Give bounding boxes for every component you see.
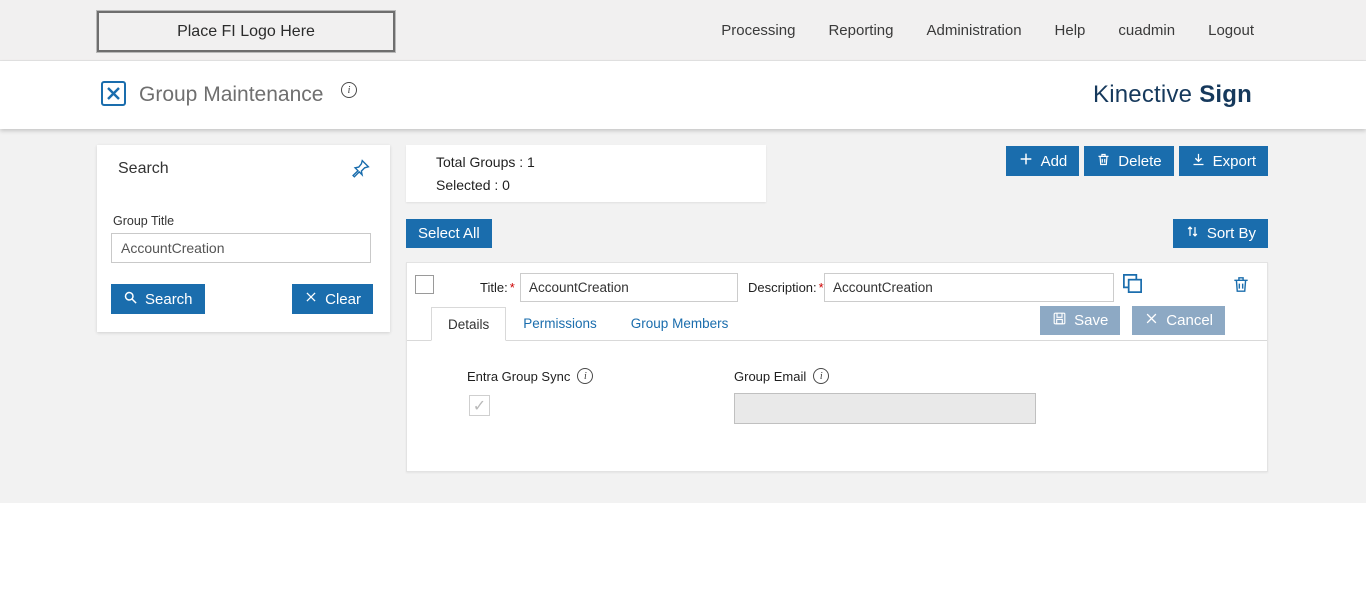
cancel-button-label: Cancel bbox=[1166, 312, 1213, 329]
entra-group-sync-checkbox[interactable]: ✓ bbox=[469, 395, 490, 416]
add-button[interactable]: Add bbox=[1005, 146, 1080, 176]
select-all-button-label: Select All bbox=[418, 225, 480, 242]
page-header: Group Maintenance i Kinective Sign bbox=[0, 61, 1366, 129]
row-action-buttons: Save Cancel bbox=[1040, 306, 1225, 335]
export-button[interactable]: Export bbox=[1178, 146, 1268, 176]
select-all-button[interactable]: Select All bbox=[406, 219, 492, 248]
delete-button-label: Delete bbox=[1118, 152, 1162, 170]
brand-name-bold: Sign bbox=[1199, 81, 1252, 108]
nav-item-administration[interactable]: Administration bbox=[927, 22, 1022, 39]
page-title: Group Maintenance bbox=[139, 83, 324, 106]
search-button-label: Search bbox=[145, 290, 193, 308]
entra-group-sync-info-icon[interactable]: i bbox=[577, 368, 594, 384]
toolbar-actions: Add Delete Export bbox=[1005, 146, 1268, 176]
top-nav: Processing Reporting Administration Help… bbox=[721, 0, 1254, 61]
cancel-button[interactable]: Cancel bbox=[1132, 306, 1225, 335]
cancel-x-icon bbox=[1144, 311, 1159, 330]
group-maintenance-icon bbox=[100, 80, 127, 107]
clear-button[interactable]: Clear bbox=[292, 284, 373, 314]
search-panel-title: Search bbox=[118, 160, 169, 177]
description-input[interactable] bbox=[824, 273, 1114, 302]
save-button[interactable]: Save bbox=[1040, 306, 1121, 335]
group-row: Title:* Description:* De bbox=[406, 262, 1268, 472]
description-required-marker: * bbox=[818, 280, 824, 295]
sort-by-button-label: Sort By bbox=[1206, 225, 1256, 242]
group-email-label-text: Group Email bbox=[734, 368, 807, 384]
tab-details-label: Details bbox=[448, 316, 490, 332]
group-email-input[interactable] bbox=[734, 393, 1036, 424]
clear-x-icon bbox=[304, 290, 318, 308]
top-bar: Place FI Logo Here Processing Reporting … bbox=[0, 0, 1366, 61]
nav-item-help[interactable]: Help bbox=[1055, 22, 1086, 39]
page: Place FI Logo Here Processing Reporting … bbox=[0, 0, 1366, 589]
export-button-label: Export bbox=[1212, 152, 1256, 170]
tab-group-members-label: Group Members bbox=[630, 316, 729, 331]
download-icon bbox=[1191, 152, 1206, 171]
tab-permissions[interactable]: Permissions bbox=[506, 307, 614, 340]
title-input[interactable] bbox=[520, 273, 738, 302]
fi-logo-placeholder[interactable]: Place FI Logo Here bbox=[97, 11, 395, 52]
nav-item-processing[interactable]: Processing bbox=[721, 22, 795, 39]
entra-group-sync-label: Entra Group Sync i bbox=[467, 368, 594, 384]
plus-icon bbox=[1018, 151, 1034, 171]
selected-count: Selected : 0 bbox=[436, 177, 510, 193]
tab-details[interactable]: Details bbox=[431, 307, 507, 341]
main-content: Search Group Title Search bbox=[0, 129, 1366, 503]
tab-group-members[interactable]: Group Members bbox=[614, 307, 746, 340]
total-groups-count: Total Groups : 1 bbox=[436, 154, 535, 170]
search-icon bbox=[123, 290, 138, 309]
search-panel: Search Group Title Search bbox=[97, 145, 390, 332]
search-button[interactable]: Search bbox=[111, 284, 205, 314]
copy-icon[interactable] bbox=[1121, 272, 1144, 295]
group-email-info-icon[interactable]: i bbox=[813, 368, 830, 384]
pin-icon[interactable] bbox=[350, 158, 371, 179]
nav-item-logout[interactable]: Logout bbox=[1208, 22, 1254, 39]
brand-name: Kinective bbox=[1093, 81, 1193, 108]
title-required-marker: * bbox=[509, 280, 515, 295]
group-title-label: Group Title bbox=[113, 214, 175, 228]
description-label: Description: * bbox=[748, 280, 824, 295]
nav-item-reporting[interactable]: Reporting bbox=[828, 22, 893, 39]
group-title-input[interactable] bbox=[111, 233, 371, 263]
description-label-text: Description: bbox=[748, 280, 817, 295]
sort-arrows-icon bbox=[1185, 224, 1200, 243]
page-title-info-icon[interactable]: i bbox=[341, 82, 357, 98]
sort-by-button[interactable]: Sort By bbox=[1172, 219, 1268, 248]
row-trash-icon[interactable] bbox=[1231, 273, 1251, 296]
nav-item-cuadmin[interactable]: cuadmin bbox=[1118, 22, 1175, 39]
brand-logo: Kinective Sign bbox=[1093, 61, 1252, 129]
tab-permissions-label: Permissions bbox=[523, 316, 597, 331]
delete-button[interactable]: Delete bbox=[1084, 146, 1174, 176]
entra-group-sync-label-text: Entra Group Sync bbox=[467, 368, 571, 384]
clear-button-label: Clear bbox=[325, 290, 361, 308]
title-label: Title: * bbox=[480, 280, 515, 295]
summary-panel: Total Groups : 1 Selected : 0 bbox=[406, 145, 766, 202]
group-email-label: Group Email i bbox=[734, 368, 830, 384]
trash-icon bbox=[1096, 152, 1111, 171]
group-row-checkbox[interactable] bbox=[415, 275, 434, 294]
fi-logo-placeholder-label: Place FI Logo Here bbox=[177, 22, 315, 40]
save-button-label: Save bbox=[1074, 312, 1109, 329]
title-label-text: Title: bbox=[480, 280, 508, 295]
add-button-label: Add bbox=[1040, 152, 1068, 170]
save-disk-icon bbox=[1052, 311, 1067, 330]
